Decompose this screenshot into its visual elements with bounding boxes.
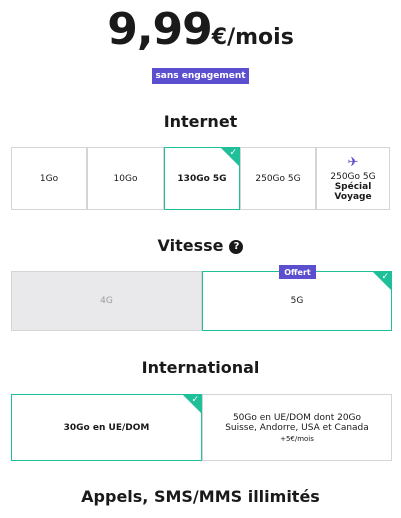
speed-option-4g[interactable]: 4G bbox=[11, 271, 202, 331]
internet-option-250go-5g[interactable]: 250Go 5G bbox=[240, 147, 316, 210]
airplane-icon: ✈ bbox=[347, 154, 359, 170]
speed-option-5g[interactable]: 5G ✓ bbox=[202, 271, 392, 331]
vitesse-title-text: Vitesse bbox=[157, 236, 224, 255]
internet-option-1go[interactable]: 1Go bbox=[11, 147, 87, 210]
check-icon: ✓ bbox=[381, 272, 389, 282]
price-amount: 9,99 bbox=[107, 4, 213, 55]
option-label: 250Go 5G bbox=[330, 171, 376, 182]
option-label: 130Go 5G bbox=[177, 173, 227, 184]
option-label: 1Go bbox=[39, 173, 59, 184]
check-icon: ✓ bbox=[229, 148, 237, 158]
option-label: 4G bbox=[100, 296, 113, 306]
option-sublabel: Spécial Voyage bbox=[334, 181, 372, 202]
no-commitment-badge: sans engagement bbox=[152, 68, 249, 84]
option-label-line1: 50Go en UE/DOM dont 20Go bbox=[232, 412, 362, 423]
option-label: 10Go bbox=[113, 173, 138, 184]
internet-option-10go[interactable]: 10Go bbox=[87, 147, 164, 210]
international-option-30go[interactable]: 30Go en UE/DOM ✓ bbox=[11, 394, 202, 461]
price-display: 9,99€/mois bbox=[0, 4, 401, 55]
offert-badge: Offert bbox=[279, 265, 316, 279]
vitesse-section-title: Vitesse? bbox=[0, 236, 401, 255]
help-icon[interactable]: ? bbox=[229, 239, 244, 254]
internet-option-130go-5g[interactable]: 130Go 5G ✓ bbox=[164, 147, 240, 210]
check-icon: ✓ bbox=[191, 395, 199, 405]
international-section-title: International bbox=[141, 358, 260, 377]
internet-section-title: Internet bbox=[163, 112, 238, 131]
option-label-line2: Suisse, Andorre, USA et Canada bbox=[225, 422, 369, 433]
internet-option-voyage[interactable]: ✈ 250Go 5G Spécial Voyage bbox=[316, 147, 390, 210]
option-price: +5€/mois bbox=[280, 434, 314, 443]
price-unit: €/mois bbox=[211, 25, 294, 50]
calls-sms-title: Appels, SMS/MMS illimités bbox=[81, 487, 320, 506]
option-label: 30Go en UE/DOM bbox=[63, 422, 150, 433]
international-option-50go[interactable]: 50Go en UE/DOM dont 20Go Suisse, Andorre… bbox=[202, 394, 392, 461]
option-label: 5G bbox=[290, 296, 304, 306]
option-label: 250Go 5G bbox=[255, 173, 301, 184]
